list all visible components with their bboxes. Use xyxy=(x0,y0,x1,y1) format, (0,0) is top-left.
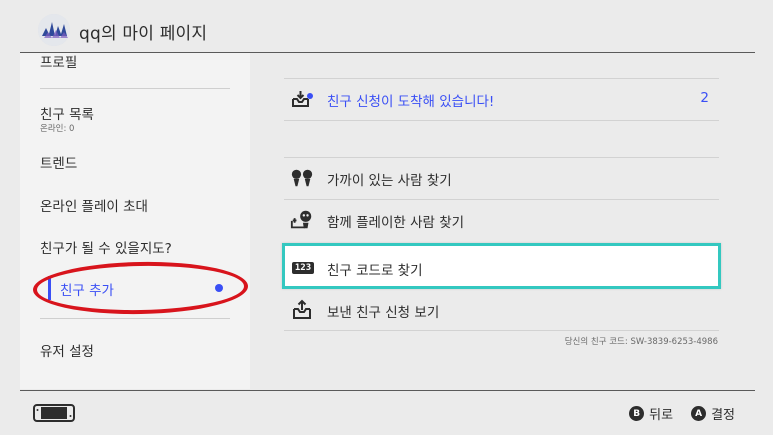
friend-request-count: 2 xyxy=(700,90,709,106)
page-title: qq의 마이 페이지 xyxy=(79,24,208,44)
sidebar-item-profile[interactable]: 프로필 xyxy=(40,51,77,71)
back-label: 뒤로 xyxy=(649,408,674,423)
confirm-button[interactable]: A 결정 xyxy=(691,404,735,423)
friend-code-icon: 123 xyxy=(291,257,315,279)
sidebar-item-user-settings[interactable]: 유저 설정 xyxy=(40,340,94,360)
sidebar-item-friend-list[interactable]: 친구 목록 xyxy=(40,103,94,123)
empty-row xyxy=(284,120,719,162)
confirm-label: 결정 xyxy=(711,408,735,423)
page-header: qq의 마이 페이지 xyxy=(0,0,773,53)
friend-request-inbox-icon xyxy=(290,88,314,110)
sidebar-divider xyxy=(40,88,230,89)
sent-requests-icon xyxy=(290,299,314,321)
row-divider xyxy=(284,78,719,79)
sent-requests-label: 보낸 친구 신청 보기 xyxy=(327,305,440,321)
footer-button-hints: B 뒤로 A 결정 xyxy=(629,404,735,423)
nearby-users-row[interactable]: 가까이 있는 사람 찾기 xyxy=(284,157,719,199)
online-count: 온라인: 0 xyxy=(40,124,75,134)
row-divider xyxy=(284,199,719,200)
footer-divider xyxy=(20,390,755,391)
played-with-icon xyxy=(290,209,314,231)
friend-code-label: 친구 코드로 찾기 xyxy=(327,263,423,279)
row-divider xyxy=(284,120,719,121)
my-friend-code: 당신의 친구 코드: SW-3839-6253-4986 xyxy=(564,337,718,347)
nearby-users-icon xyxy=(290,167,314,189)
friend-code-search-row[interactable]: 123 친구 코드로 찾기 xyxy=(282,243,721,289)
avatar[interactable] xyxy=(38,14,70,46)
sidebar-item-online-invite[interactable]: 온라인 플레이 초대 xyxy=(40,195,148,215)
friend-request-row[interactable]: 친구 신청이 도착해 있습니다! 2 xyxy=(284,78,719,120)
nearby-users-label: 가까이 있는 사람 찾기 xyxy=(327,173,452,189)
b-button-icon: B xyxy=(629,406,645,421)
a-button-icon: A xyxy=(691,406,707,421)
row-divider xyxy=(284,157,719,158)
played-with-row[interactable]: 함께 플레이한 사람 찾기 xyxy=(284,199,719,241)
row-divider xyxy=(284,330,719,331)
played-with-label: 함께 플레이한 사람 찾기 xyxy=(327,215,465,231)
row-divider-bottom xyxy=(284,330,719,331)
sidebar-item-suggested-friends[interactable]: 친구가 될 수 있을지도? xyxy=(40,237,172,257)
sidebar-divider xyxy=(40,318,230,319)
sidebar-item-trend[interactable]: 트렌드 xyxy=(40,152,77,172)
avatar-image-icon xyxy=(38,14,70,46)
friend-code-icon-text: 123 xyxy=(291,262,315,274)
back-button[interactable]: B 뒤로 xyxy=(629,404,673,423)
sent-requests-row[interactable]: 보낸 친구 신청 보기 xyxy=(284,289,719,331)
console-icon xyxy=(33,404,75,422)
friend-request-label: 친구 신청이 도착해 있습니다! xyxy=(327,94,495,110)
